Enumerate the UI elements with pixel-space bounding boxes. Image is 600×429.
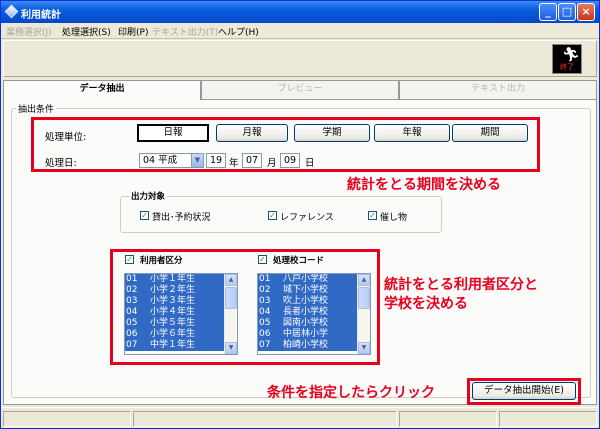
output-reference-checkbox[interactable]: ✓ (268, 211, 277, 220)
tab-panel: 抽出条件 処理単位: 日報 月報 学期 年報 期間 処理日: 04 平成 ▼ 1… (3, 99, 597, 405)
status-bar (1, 407, 599, 428)
menu-gyomu[interactable]: 業務選択(J) (6, 25, 52, 38)
period-highlight (31, 117, 540, 172)
close-button[interactable]: × (577, 3, 595, 21)
menu-print[interactable]: 印刷(P) (118, 25, 148, 38)
app-icon (4, 4, 19, 19)
output-lending-checkbox[interactable]: ✓ (140, 211, 149, 220)
title-bar: 利用統計 _ □ × (1, 1, 599, 23)
category-annotation-line2: 学校を決める (384, 296, 468, 312)
running-man-icon: 🏃︎ (562, 47, 580, 63)
output-events-checkbox[interactable]: ✓ (368, 211, 377, 220)
output-lending-label: 貸出･予約状況 (152, 213, 211, 223)
tab-text-output[interactable]: テキスト出力 (399, 80, 597, 99)
output-group-title: 出力対象 (129, 190, 168, 202)
exit-label: 終了 (560, 63, 574, 71)
conditions-group-label: 抽出条件 (16, 102, 57, 115)
toolbar: 🏃︎ 終了 (3, 40, 597, 77)
minimize-button[interactable]: _ (539, 3, 557, 21)
category-highlight (110, 249, 380, 365)
menu-help[interactable]: ヘルプ(H) (218, 25, 259, 38)
status-panel (3, 411, 131, 427)
output-reference-label: レファレンス (280, 213, 334, 223)
status-panel (399, 411, 497, 427)
maximize-button[interactable]: □ (558, 3, 576, 21)
output-events-label: 催し物 (380, 213, 408, 223)
tab-preview[interactable]: プレビュー (201, 80, 399, 99)
app-window: 利用統計 _ □ × 業務選択(J) 処理選択(S) 印刷(P) テキスト出力(… (0, 0, 600, 429)
start-extract-button[interactable]: データ抽出開始(E) (472, 382, 576, 400)
category-annotation-line1: 統計をとる利用者区分と (384, 277, 538, 293)
menu-text-output[interactable]: テキスト出力(T) (152, 25, 218, 38)
menu-bar: 業務選択(J) 処理選択(S) 印刷(P) テキスト出力(T) ヘルプ(H) (1, 23, 599, 39)
window-title: 利用統計 (21, 10, 61, 21)
status-panel (133, 411, 397, 427)
period-annotation: 統計をとる期間を決める (347, 177, 501, 193)
exit-button[interactable]: 🏃︎ 終了 (552, 44, 582, 74)
tab-bar: データ抽出 プレビュー テキスト出力 (3, 80, 597, 100)
click-annotation: 条件を指定したらクリック (267, 385, 435, 401)
status-panel (499, 411, 597, 427)
menu-shori[interactable]: 処理選択(S) (62, 25, 111, 38)
tab-data-extract[interactable]: データ抽出 (3, 80, 201, 100)
